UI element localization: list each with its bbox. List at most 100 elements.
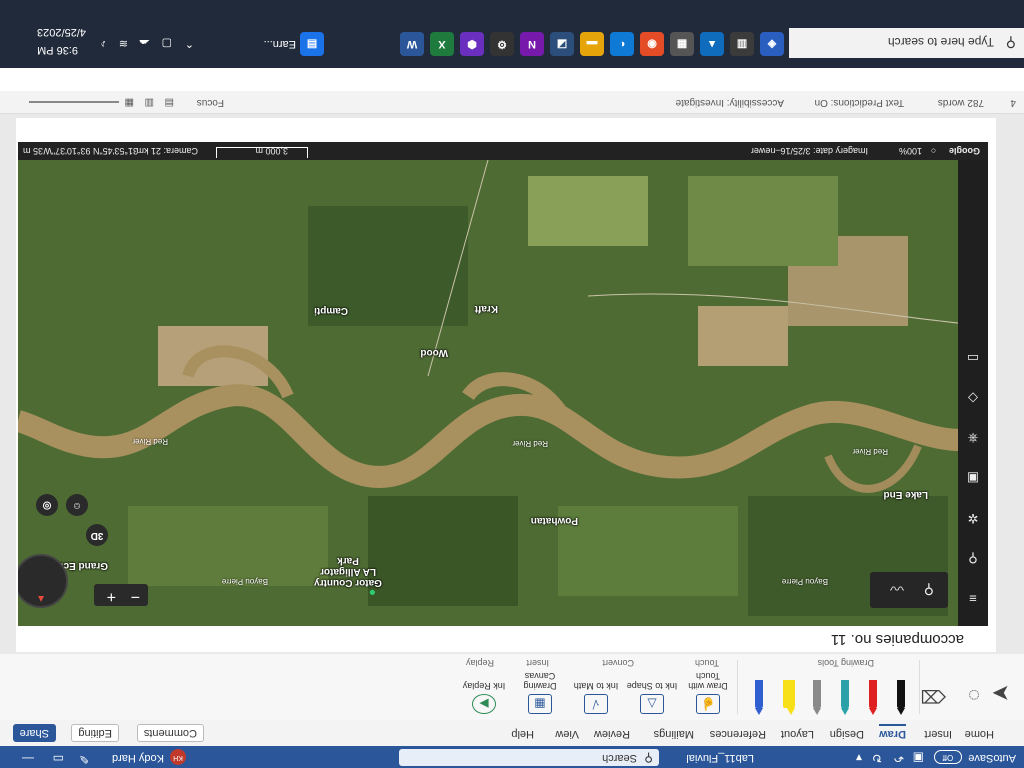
word-icon[interactable]: W (400, 32, 424, 56)
cloud-icon[interactable]: ☁ (139, 37, 150, 50)
autosave-toggle[interactable]: Off (934, 750, 962, 764)
lasso-icon[interactable]: ◌ (968, 683, 980, 706)
teams-icon[interactable]: ◈ (760, 32, 784, 56)
text-predictions[interactable]: Text Predictions: On (815, 97, 904, 108)
shape-icon: △ (640, 694, 664, 714)
chevron-up-icon[interactable]: ⌃ (185, 37, 194, 50)
my-location-icon[interactable]: ◎ (36, 494, 58, 516)
tab-mailings[interactable]: Mailings (654, 728, 694, 740)
volume-icon[interactable]: ♪ (101, 38, 107, 50)
customize-qat-icon[interactable]: ▾ (856, 751, 862, 765)
hexagon-app-icon[interactable]: ⬢ (460, 32, 484, 56)
pegman-icon[interactable]: ☺ (66, 494, 88, 516)
title-search-placeholder: Search (602, 752, 637, 764)
tab-view[interactable]: View (555, 728, 579, 740)
pen-teal[interactable] (834, 672, 856, 712)
select-arrow-icon[interactable]: ➤ (992, 680, 1010, 706)
drawing-canvas-button[interactable]: ▦ Drawing Canvas (514, 671, 566, 714)
settings-icon[interactable]: ⚙ (490, 32, 514, 56)
path-icon: 〰 (890, 580, 904, 596)
excel-icon[interactable]: X (430, 32, 454, 56)
draw-with-touch-button[interactable]: ☝ Draw with Touch (682, 671, 734, 714)
focus-button[interactable]: Focus (197, 97, 224, 108)
print-layout-icon[interactable]: ▥ (145, 97, 154, 108)
zoom-slider[interactable] (29, 101, 119, 103)
onenote-icon[interactable]: N (520, 32, 544, 56)
tab-help[interactable]: Help (511, 728, 534, 740)
wifi-icon[interactable]: ≋ (119, 37, 128, 50)
google-brand: Google (949, 146, 980, 156)
zoom-percent: 100% (898, 146, 922, 156)
page-heading: accompanies no. 11 (830, 631, 964, 648)
store-icon[interactable]: ▦ (670, 32, 694, 56)
search-icon[interactable]: ⚲ (965, 550, 981, 566)
tab-review[interactable]: Review (594, 728, 630, 740)
map-side-toolbar: ≡ ⚲ ✲ ▣ ⎈ ◇ ▭ (958, 160, 988, 626)
ribbon-display-icon[interactable]: ▭ (53, 752, 64, 766)
menu-icon[interactable]: ≡ (965, 590, 981, 606)
scale-label: 3,000 m (255, 146, 288, 156)
view-3d-button[interactable]: 3D (86, 524, 108, 546)
word-count[interactable]: 782 words (938, 97, 984, 108)
pen-red[interactable] (862, 672, 884, 712)
pen-galaxy[interactable] (748, 672, 770, 712)
tab-home[interactable]: Home (965, 728, 994, 740)
ink-to-math-button[interactable]: √ Ink to Math (570, 681, 622, 714)
map-image[interactable]: ≡ ⚲ ✲ ▣ ⎈ ◇ ▭ ⚲ 〰 Lake End Powhatan Wood… (18, 160, 988, 626)
zoom-in-button[interactable]: + (107, 586, 116, 606)
highlighter-yellow[interactable] (778, 672, 800, 712)
map-attribution-bar: Google ○ 100% Imagery date: 3/25/16–newe… (18, 142, 988, 160)
projects-icon[interactable]: ▣ (965, 470, 981, 486)
pen-gray[interactable] (806, 672, 828, 712)
measure-icon[interactable]: ▭ (965, 350, 981, 366)
share-button[interactable]: Share (12, 724, 56, 742)
pen-icon[interactable]: ✎ (79, 752, 89, 766)
pen-black[interactable] (890, 672, 912, 712)
redo-icon[interactable]: ↻ (872, 751, 882, 765)
read-mode-icon[interactable]: ▤ (165, 97, 174, 108)
taskbar: ⚲ Type here to search ◈ ▥ ▲ ▦ ◉ ◐ ▬ ◪ N … (0, 0, 1024, 68)
settings-icon[interactable]: ✲ (965, 510, 981, 526)
park-marker-icon[interactable]: ● (369, 586, 376, 600)
minimize-icon[interactable]: — (22, 752, 34, 766)
clock-date[interactable]: 4/25/2023 (37, 26, 86, 38)
zoom-control: − + (94, 584, 148, 606)
tab-layout[interactable]: Layout (781, 728, 814, 740)
photos-icon[interactable]: ◪ (550, 32, 574, 56)
save-icon[interactable]: ▣ (913, 751, 924, 765)
ink-to-shape-button[interactable]: △ Ink to Shape (626, 681, 678, 714)
ink-replay-button[interactable]: ▶ Ink Replay (458, 681, 510, 714)
chrome-icon[interactable]: ◉ (640, 32, 664, 56)
undo-icon[interactable]: ↶ (894, 751, 904, 765)
edge-icon[interactable]: ◐ (610, 32, 634, 56)
zoom-out-button[interactable]: − (131, 586, 140, 606)
accessibility-status[interactable]: Accessibility: Investigate (676, 97, 784, 108)
map-label-kraft: Kraft (474, 303, 498, 314)
taskbar-search[interactable]: ⚲ Type here to search (789, 28, 1024, 58)
clock-time[interactable]: 9:36 PM (37, 44, 78, 56)
tab-references[interactable]: References (710, 728, 766, 740)
meet-icon[interactable]: ▢ (162, 37, 172, 50)
layers-icon[interactable]: ◇ (965, 390, 981, 406)
earnings-label[interactable]: Earn... (264, 38, 296, 50)
tab-insert[interactable]: Insert (924, 728, 952, 740)
file-explorer-icon[interactable]: ▬ (580, 32, 604, 56)
title-search-box[interactable]: ⚲ Search (399, 749, 659, 766)
canvas-icon: ▦ (528, 694, 552, 714)
pen-icon (841, 680, 849, 708)
map-label-red-river-3: Red River (132, 437, 168, 446)
eraser-icon[interactable]: ⌫ (921, 685, 946, 706)
task-view-icon[interactable]: ▥ (730, 32, 754, 56)
map-search-box[interactable]: ⚲ 〰 (870, 572, 948, 608)
comments-button[interactable]: Comments (136, 724, 204, 742)
tab-design[interactable]: Design (830, 728, 864, 740)
pen-icon (897, 680, 905, 708)
earnings-icon[interactable]: ▤ (300, 32, 324, 56)
avatar[interactable]: KH (170, 749, 186, 765)
tab-draw[interactable]: Draw (879, 724, 906, 740)
editing-button[interactable]: Editing (71, 724, 119, 742)
web-layout-icon[interactable]: ▦ (125, 97, 134, 108)
voyager-icon[interactable]: ⎈ (965, 430, 981, 446)
map-label-bayou-pierre-2: Bayou Pierre (221, 577, 268, 586)
app-icon[interactable]: ▲ (700, 32, 724, 56)
